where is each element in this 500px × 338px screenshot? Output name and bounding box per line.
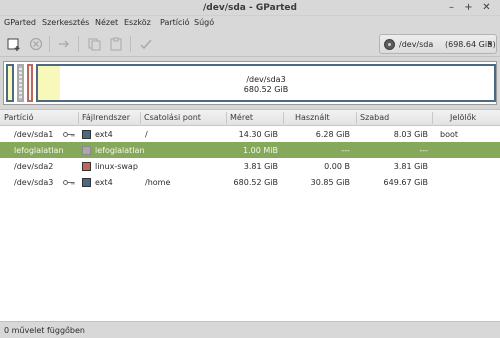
device-selector[interactable]: /dev/sda (698.64 GiB) ▾ (379, 34, 497, 54)
menu-gparted[interactable]: GParted (4, 18, 36, 27)
table-row[interactable]: lefoglalatlan lefoglalatlan 1.00 MiB ---… (0, 142, 500, 158)
diskmap-size: 680.52 GiB (243, 85, 289, 94)
filesystem: ext4 (95, 130, 113, 139)
column-flags[interactable]: Jelölők (450, 113, 476, 122)
column-size[interactable]: Méret (230, 113, 253, 122)
used-value: --- (341, 146, 350, 155)
size-value: 1.00 MiB (243, 146, 278, 155)
mount-point: /home (145, 178, 171, 187)
menu-edit[interactable]: Szerkesztés (42, 18, 89, 27)
title-bar: /dev/sda - GParted – + ✕ (0, 0, 500, 16)
used-value: 30.85 GiB (310, 178, 350, 187)
column-divider[interactable] (78, 112, 79, 124)
toolbar-separator (130, 36, 131, 52)
table-row[interactable]: /dev/sda2 linux-swap 3.81 GiB 0.00 B 3.8… (0, 158, 500, 174)
pending-operations-status: 0 művelet függőben (4, 326, 85, 335)
disk-icon (384, 39, 395, 50)
status-bar: 0 művelet függőben (0, 321, 500, 338)
disk-map: /dev/sda3 680.52 GiB (3, 61, 497, 105)
chevron-down-icon: ▾ (488, 40, 492, 48)
partition-name: /dev/sda3 (14, 178, 54, 187)
column-free[interactable]: Szabad (360, 113, 389, 122)
resize-move-icon[interactable] (56, 36, 72, 52)
table-header: Partíció Fájlrendszer Csatolási pont Mér… (0, 110, 500, 126)
column-divider[interactable] (226, 112, 227, 124)
menu-bar: GParted Szerkesztés Nézet Eszköz Partíci… (0, 16, 500, 31)
partition-name: /dev/sda2 (14, 162, 54, 171)
menu-partition[interactable]: Partíció (160, 18, 190, 27)
column-filesystem[interactable]: Fájlrendszer (82, 113, 130, 122)
size-value: 14.30 GiB (238, 130, 278, 139)
toolbar-separator (78, 36, 79, 52)
column-divider[interactable] (140, 112, 141, 124)
mount-point: / (145, 130, 148, 139)
minimize-icon[interactable]: – (446, 2, 457, 13)
toolbar-separator (49, 36, 50, 52)
key-icon (63, 132, 75, 137)
copy-icon[interactable] (86, 36, 102, 52)
delete-icon[interactable] (28, 36, 44, 52)
column-used[interactable]: Használt (295, 113, 330, 122)
column-divider[interactable] (356, 112, 357, 124)
free-value: 8.03 GiB (393, 130, 428, 139)
paste-icon[interactable] (108, 36, 124, 52)
filesystem: ext4 (95, 178, 113, 187)
filesystem-color-swatch (82, 162, 91, 171)
apply-icon[interactable] (138, 36, 154, 52)
size-value: 680.52 GiB (233, 178, 278, 187)
menu-view[interactable]: Nézet (95, 18, 118, 27)
used-value: 0.00 B (324, 162, 350, 171)
size-value: 3.81 GiB (243, 162, 278, 171)
diskmap-partition-sda2[interactable] (26, 62, 34, 104)
table-row[interactable]: /dev/sda1 ext4 / 14.30 GiB 6.28 GiB 8.03… (0, 126, 500, 142)
column-partition[interactable]: Partíció (4, 113, 34, 122)
diskmap-partition-sda3[interactable]: /dev/sda3 680.52 GiB (35, 62, 497, 104)
partition-table: Partíció Fájlrendszer Csatolási pont Mér… (0, 109, 500, 321)
free-value: 649.67 GiB (383, 178, 428, 187)
filesystem-color-swatch (82, 178, 91, 187)
free-value: --- (419, 146, 428, 155)
filesystem-color-swatch (82, 146, 91, 155)
column-mountpoint[interactable]: Csatolási pont (144, 113, 201, 122)
used-value: 6.28 GiB (315, 130, 350, 139)
new-partition-icon[interactable] (6, 36, 22, 52)
key-icon (63, 180, 75, 185)
flags-value: boot (440, 130, 459, 139)
filesystem: lefoglalatlan (95, 146, 145, 155)
diskmap-unallocated[interactable] (16, 62, 25, 104)
diskmap-partition-sda1[interactable] (5, 62, 15, 104)
filesystem: linux-swap (95, 162, 138, 171)
menu-help[interactable]: Súgó (194, 18, 214, 27)
device-name: /dev/sda (399, 40, 434, 49)
menu-device[interactable]: Eszköz (124, 18, 151, 27)
maximize-icon[interactable]: + (463, 2, 474, 13)
window-title: /dev/sda - GParted (203, 3, 297, 13)
close-icon[interactable]: ✕ (481, 2, 492, 13)
column-divider[interactable] (432, 112, 433, 124)
table-row[interactable]: /dev/sda3 ext4 /home 680.52 GiB 30.85 Gi… (0, 174, 500, 190)
filesystem-color-swatch (82, 130, 91, 139)
diskmap-label: /dev/sda3 (246, 75, 286, 84)
toolbar: /dev/sda (698.64 GiB) ▾ (0, 31, 500, 57)
free-value: 3.81 GiB (393, 162, 428, 171)
partition-name: lefoglalatlan (14, 146, 64, 155)
partition-name: /dev/sda1 (14, 130, 54, 139)
column-divider[interactable] (283, 112, 284, 124)
